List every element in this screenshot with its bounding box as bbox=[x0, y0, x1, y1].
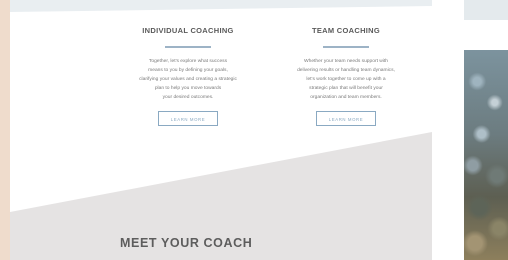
coach-photo bbox=[464, 50, 508, 260]
description-line: plan to help you move towards bbox=[154, 86, 222, 91]
description-line: delivering results or handling team dyna… bbox=[297, 68, 395, 73]
description-line: clarifying your values and creating a st… bbox=[139, 77, 237, 82]
description-line: organization and team members. bbox=[310, 95, 382, 100]
right-top-bar bbox=[464, 0, 508, 20]
content-panel: INDIVIDUAL COACHING Together, let's expl… bbox=[10, 0, 432, 260]
description-line: Together, let's explore what success bbox=[148, 59, 228, 64]
service-title: INDIVIDUAL COACHING bbox=[142, 26, 234, 35]
service-team-coaching: TEAM COACHING Whether your team needs su… bbox=[256, 26, 432, 126]
service-description: Whether your team needs support with del… bbox=[264, 57, 428, 102]
right-column bbox=[464, 0, 508, 260]
description-line: let's work together to come up with a bbox=[306, 77, 386, 82]
service-title: TEAM COACHING bbox=[311, 26, 381, 35]
title-divider bbox=[165, 46, 211, 48]
learn-more-button[interactable]: LEARN MORE bbox=[158, 111, 218, 126]
service-individual-coaching: INDIVIDUAL COACHING Together, let's expl… bbox=[98, 26, 278, 126]
learn-more-button[interactable]: LEARN MORE bbox=[316, 111, 376, 126]
meet-your-coach-heading: MEET YOUR COACH bbox=[120, 236, 253, 250]
left-decorative-strip bbox=[0, 0, 10, 260]
description-line: strategic plan that will benefit your bbox=[309, 86, 383, 91]
service-description: Together, let's explore what success mea… bbox=[106, 57, 270, 102]
description-line: your desired outcomes. bbox=[162, 95, 214, 100]
description-line: Whether your team needs support with bbox=[304, 59, 388, 64]
description-line: means to you by defining your goals, bbox=[148, 68, 228, 73]
top-band bbox=[10, 0, 432, 12]
title-divider bbox=[323, 46, 369, 48]
